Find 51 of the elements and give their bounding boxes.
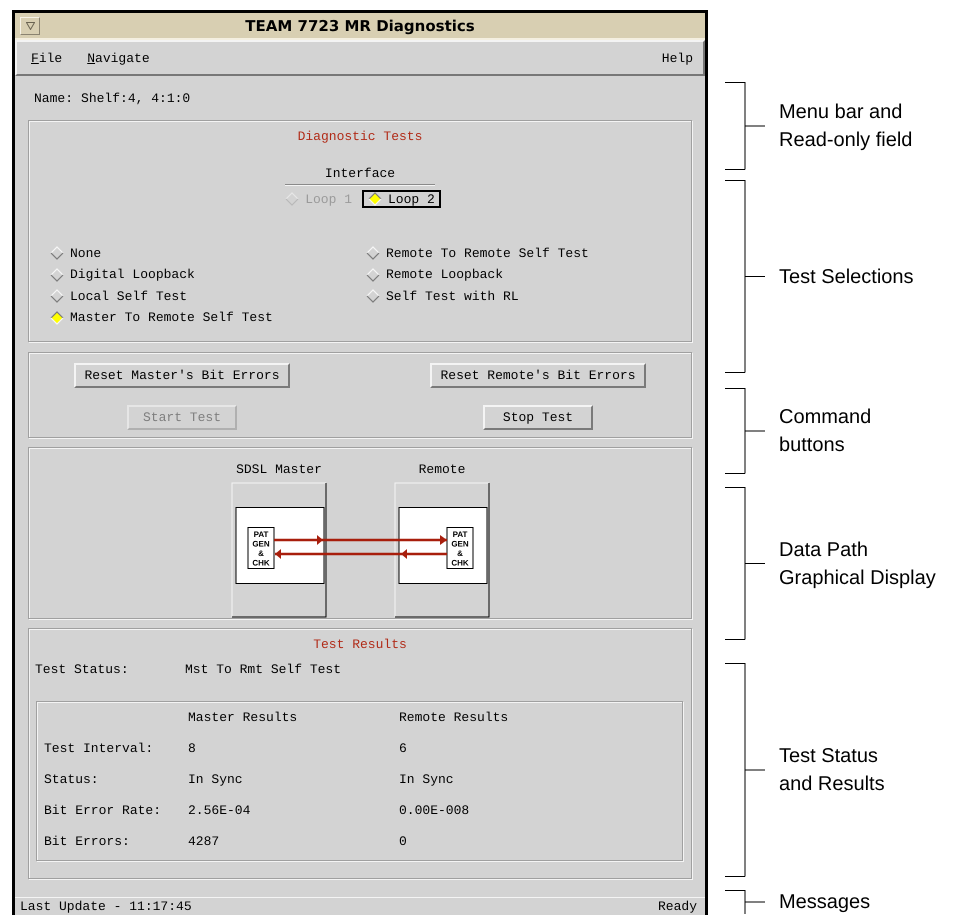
table-cell-text: 4287	[188, 834, 220, 851]
command-button[interactable]: Stop Test	[483, 405, 593, 430]
table-cell-text: In Sync	[188, 772, 244, 789]
device-label: Remote	[418, 462, 466, 477]
bracket	[725, 890, 765, 914]
radio-option[interactable]: Loop 2	[362, 190, 441, 208]
radio-option[interactable]: Master To Remote Self Test	[44, 308, 360, 326]
status-message: Last Update - 11:17:45	[20, 899, 192, 914]
panel-title: Test Results	[313, 637, 407, 652]
radio-option[interactable]: Digital Loopback	[44, 266, 360, 284]
radio-option[interactable]: Local Self Test	[44, 287, 360, 305]
command-button[interactable]: Reset Remote's Bit Errors	[430, 363, 646, 388]
table-cell-text: 0	[399, 834, 408, 851]
table-cell-text: 0.00E-008	[399, 803, 470, 820]
device-label: SDSL Master	[236, 462, 322, 477]
row-label: Bit Errors:	[44, 834, 131, 851]
group-label: Interface	[285, 166, 435, 185]
column-header: Remote Results	[399, 710, 510, 727]
table-cell-text: In Sync	[399, 772, 455, 789]
callout-label: Test Selections	[779, 264, 914, 290]
callout-label: Data Path Graphical Display	[779, 538, 936, 590]
panel-title: Diagnostic Tests	[298, 129, 422, 144]
pattern-generator-block: PAT GEN & CHK	[248, 527, 274, 569]
menu-item[interactable]: File	[31, 50, 62, 66]
table-cell-text: 8	[188, 741, 197, 758]
field-label: Name:	[34, 90, 74, 106]
window-title: TEAM 7723 MR Diagnostics	[245, 16, 475, 34]
read-only-field: Shelf:4, 4:1:0	[81, 90, 190, 106]
menu-item[interactable]: Navigate	[87, 50, 150, 66]
pattern-generator-block: PAT GEN & CHK	[446, 527, 474, 569]
status-state: Ready	[658, 899, 697, 914]
status-value: Mst To Rmt Self Test	[185, 662, 342, 677]
radio-option[interactable]: Remote Loopback	[360, 266, 690, 284]
table-cell-text: 6	[399, 741, 408, 758]
window-menu-button[interactable]	[20, 16, 40, 34]
radio-option[interactable]: Self Test with RL	[360, 287, 690, 305]
command-button[interactable]: Reset Master's Bit Errors	[74, 363, 290, 388]
row-label: Bit Error Rate:	[44, 803, 162, 820]
radio-option[interactable]: None	[44, 244, 360, 262]
callout-label: Messages	[779, 890, 870, 915]
row-label: Test Interval:	[44, 741, 154, 758]
callout-label: Command buttons	[779, 405, 872, 458]
callout-label: Menu bar and Read-only field	[779, 100, 912, 153]
column-header: Master Results	[188, 710, 298, 727]
field-label: Test Status:	[35, 662, 130, 677]
radio-option[interactable]: Remote To Remote Self Test	[360, 244, 690, 262]
table-cell-text: 2.56E-04	[188, 803, 252, 820]
triangle-icon	[26, 22, 34, 30]
row-label: Status:	[44, 772, 100, 789]
callout-label: Test Status and Results	[779, 744, 885, 797]
menu-item[interactable]: Help	[662, 50, 693, 66]
